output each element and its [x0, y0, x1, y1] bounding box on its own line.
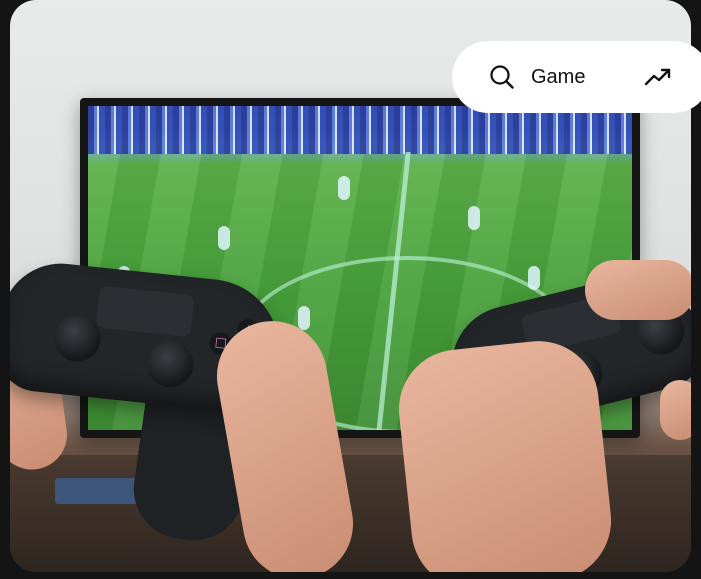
touchpad — [95, 285, 195, 338]
analog-stick — [145, 339, 196, 390]
stadium-crowd — [88, 106, 632, 154]
player — [298, 306, 310, 330]
player — [528, 266, 540, 290]
trending-up-icon — [644, 65, 672, 89]
right-fingers — [585, 260, 691, 320]
analog-stick — [52, 313, 103, 364]
right-hand — [393, 335, 617, 572]
player — [468, 206, 480, 230]
player — [338, 176, 350, 200]
right-edge-hand — [660, 380, 691, 440]
search-suggestion-pill[interactable]: Game — [452, 41, 701, 113]
search-icon — [489, 64, 515, 90]
search-label: Game — [531, 65, 586, 88]
player — [218, 226, 230, 250]
